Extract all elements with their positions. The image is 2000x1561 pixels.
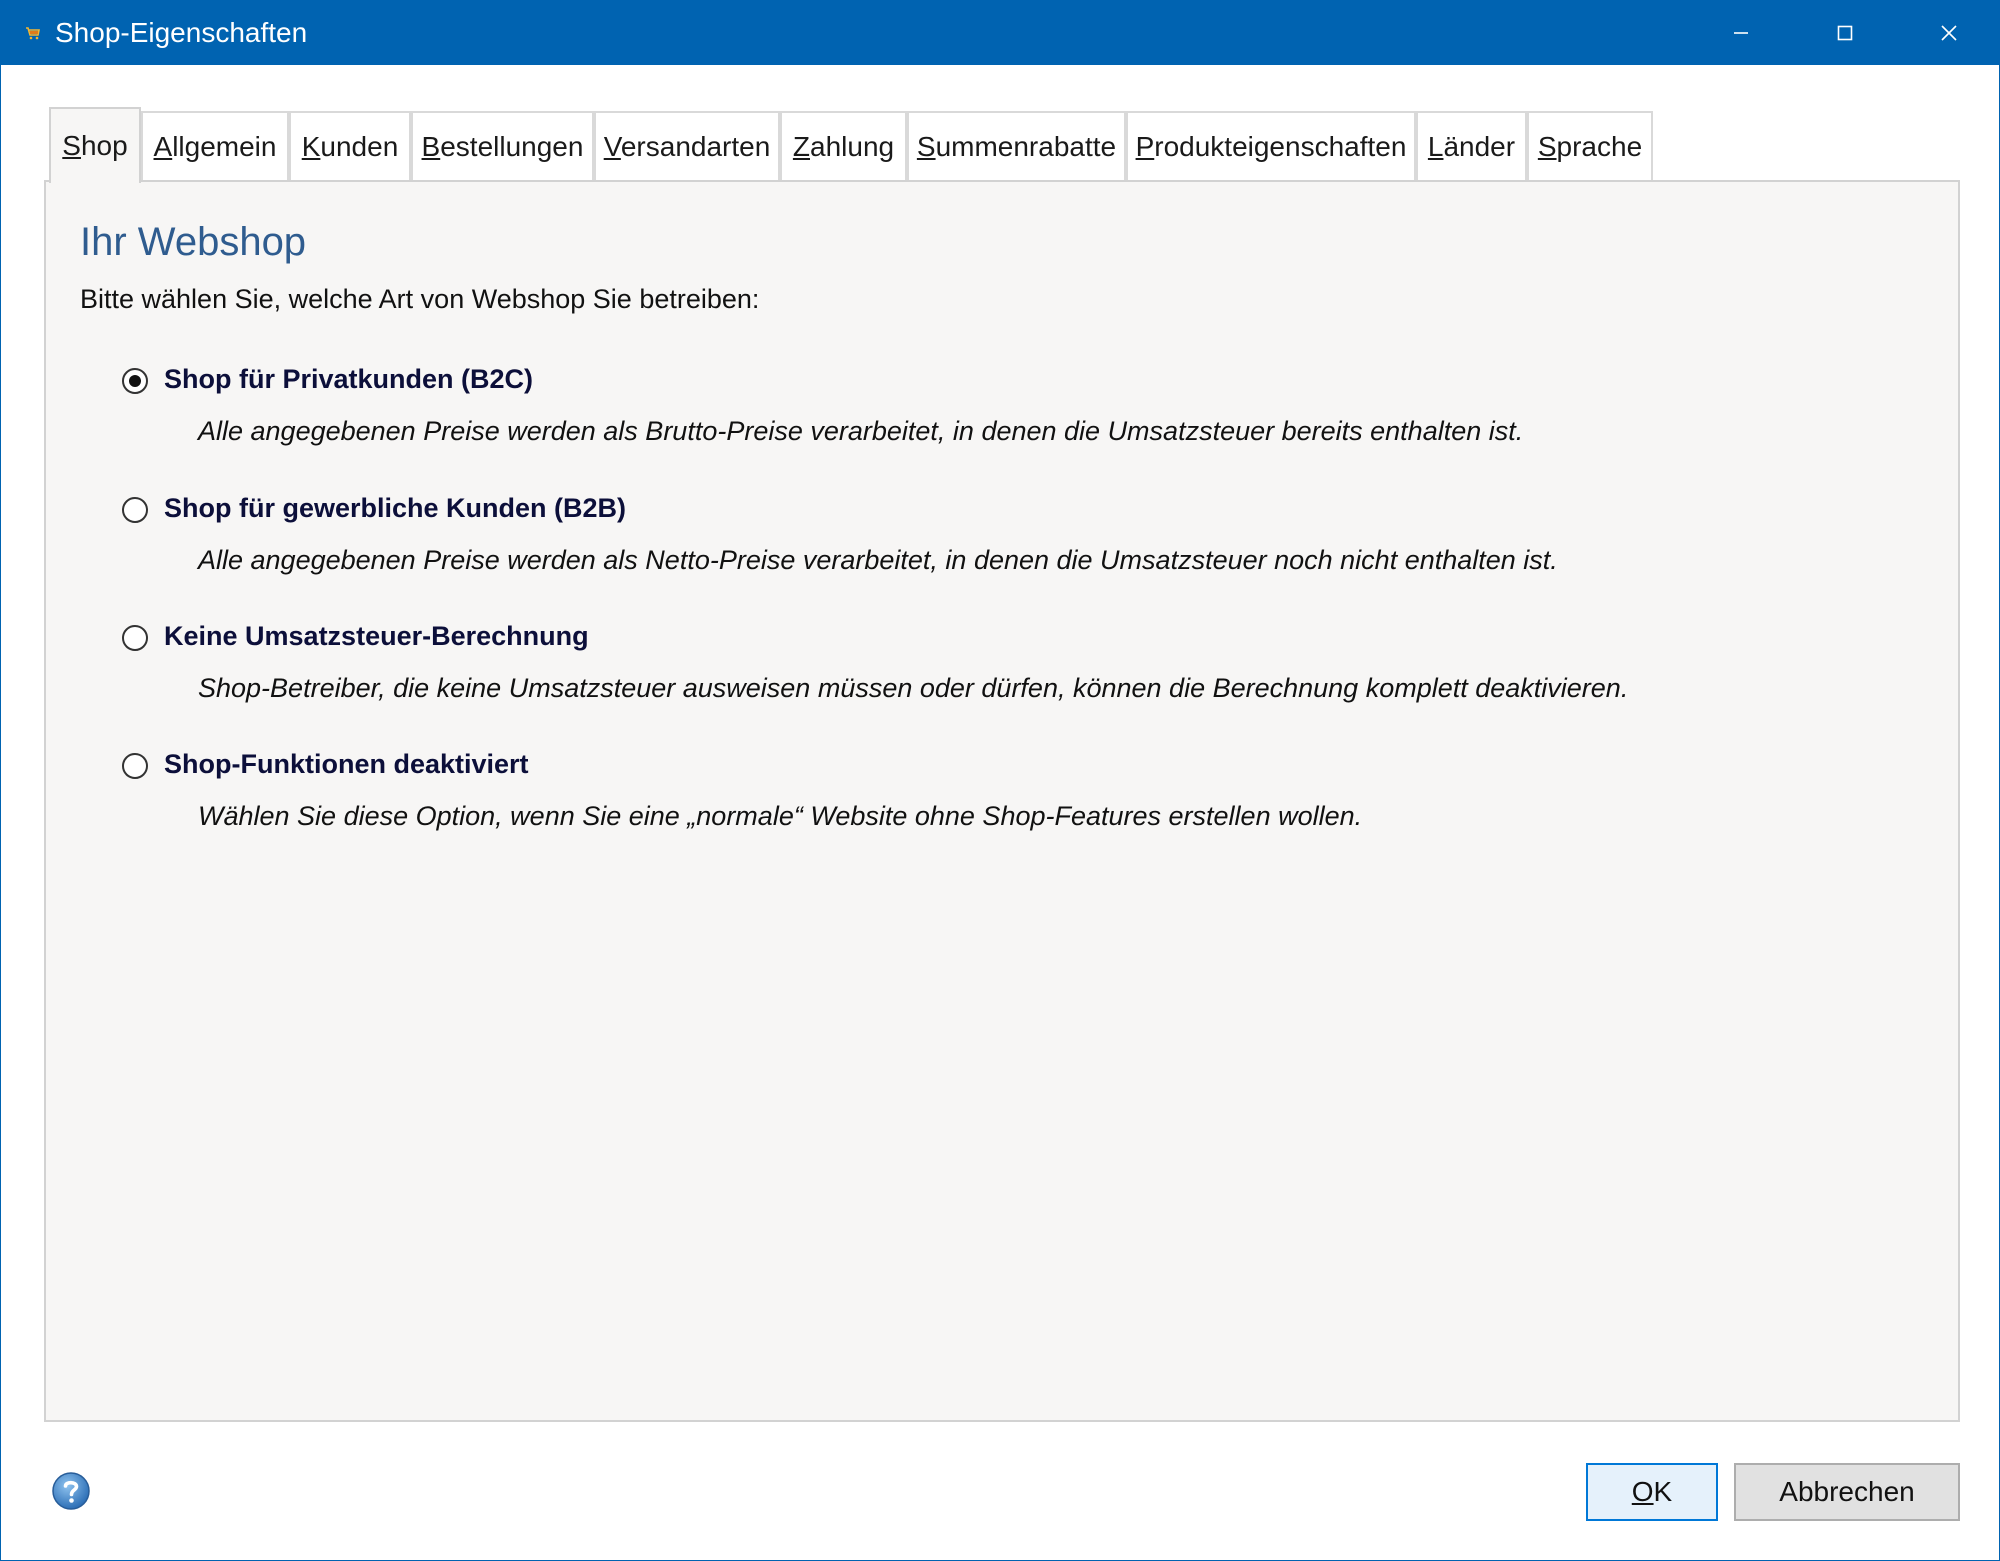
maximize-icon [1837,25,1853,41]
tab-label: Zahlung [792,131,895,162]
option-description: Alle angegebenen Preise werden als Netto… [198,545,1558,575]
title-bar[interactable]: Shop-Eigenschaften [1,1,2000,65]
tab-allgemein[interactable]: Allgemein [141,111,289,181]
option-description: Wählen Sie diese Option, wenn Sie eine „… [198,801,1363,831]
tab-sprache[interactable]: Sprache [1527,111,1653,181]
tab-label: Sprache [1537,131,1643,162]
tab-label: Versandarten [603,131,771,162]
option-label[interactable]: Keine Umsatzsteuer-Berechnung [164,621,589,652]
tab-label: Bestellungen [421,131,584,162]
option-label[interactable]: Shop-Funktionen deaktiviert [164,749,529,780]
tab-bestellungen[interactable]: Bestellungen [411,111,594,181]
button-label: OK [1631,1476,1673,1507]
option-label[interactable]: Shop für gewerbliche Kunden (B2B) [164,493,626,524]
close-button[interactable] [1897,1,2000,65]
help-icon[interactable] [51,1471,91,1511]
tab-label: Produkteigenschaften [1135,131,1407,162]
maximize-button[interactable] [1793,1,1897,65]
tab-label: Shop [62,130,128,161]
tab-produkteigenschaften[interactable]: Produkteigenschaften [1126,111,1416,181]
minimize-button[interactable] [1689,1,1793,65]
option-description: Alle angegebenen Preise werden als Brutt… [198,416,1524,446]
tab-zahlung[interactable]: Zahlung [780,111,907,181]
dialog-window: Shop-Eigenschaften Shop Allgemein Kunden… [0,0,2000,1561]
tab-label: Länder [1427,131,1516,162]
option-description: Shop-Betreiber, die keine Umsatzsteuer a… [198,673,1629,703]
tab-panel-shop: Ihr Webshop Bitte wählen Sie, welche Art… [44,180,1960,1422]
tab-label: Summenrabatte [916,131,1117,162]
radio-b2c[interactable] [122,368,148,394]
window-title: Shop-Eigenschaften [55,17,308,48]
tab-laender[interactable]: Länder [1416,111,1527,181]
tab-versandarten[interactable]: Versandarten [594,111,780,181]
cancel-button[interactable]: Abbrechen [1734,1463,1960,1521]
tab-label: Allgemein [153,131,277,162]
close-icon [1941,25,1957,41]
shop-cart-icon [26,27,40,40]
option-label[interactable]: Shop für Privatkunden (B2C) [164,364,533,395]
tab-summenrabatte[interactable]: Summenrabatte [907,111,1126,181]
tab-label: Kunden [301,131,399,162]
intro-text: Bitte wählen Sie, welche Art von Webshop… [80,284,760,314]
tab-shop[interactable]: Shop [49,107,141,183]
radio-no-vat[interactable] [122,625,148,651]
section-heading: Ihr Webshop [80,220,307,264]
ok-button[interactable]: OK [1586,1463,1718,1521]
minimize-icon [1734,32,1748,34]
radio-b2b[interactable] [122,497,148,523]
tab-kunden[interactable]: Kunden [289,111,411,181]
radio-shop-disabled[interactable] [122,753,148,779]
